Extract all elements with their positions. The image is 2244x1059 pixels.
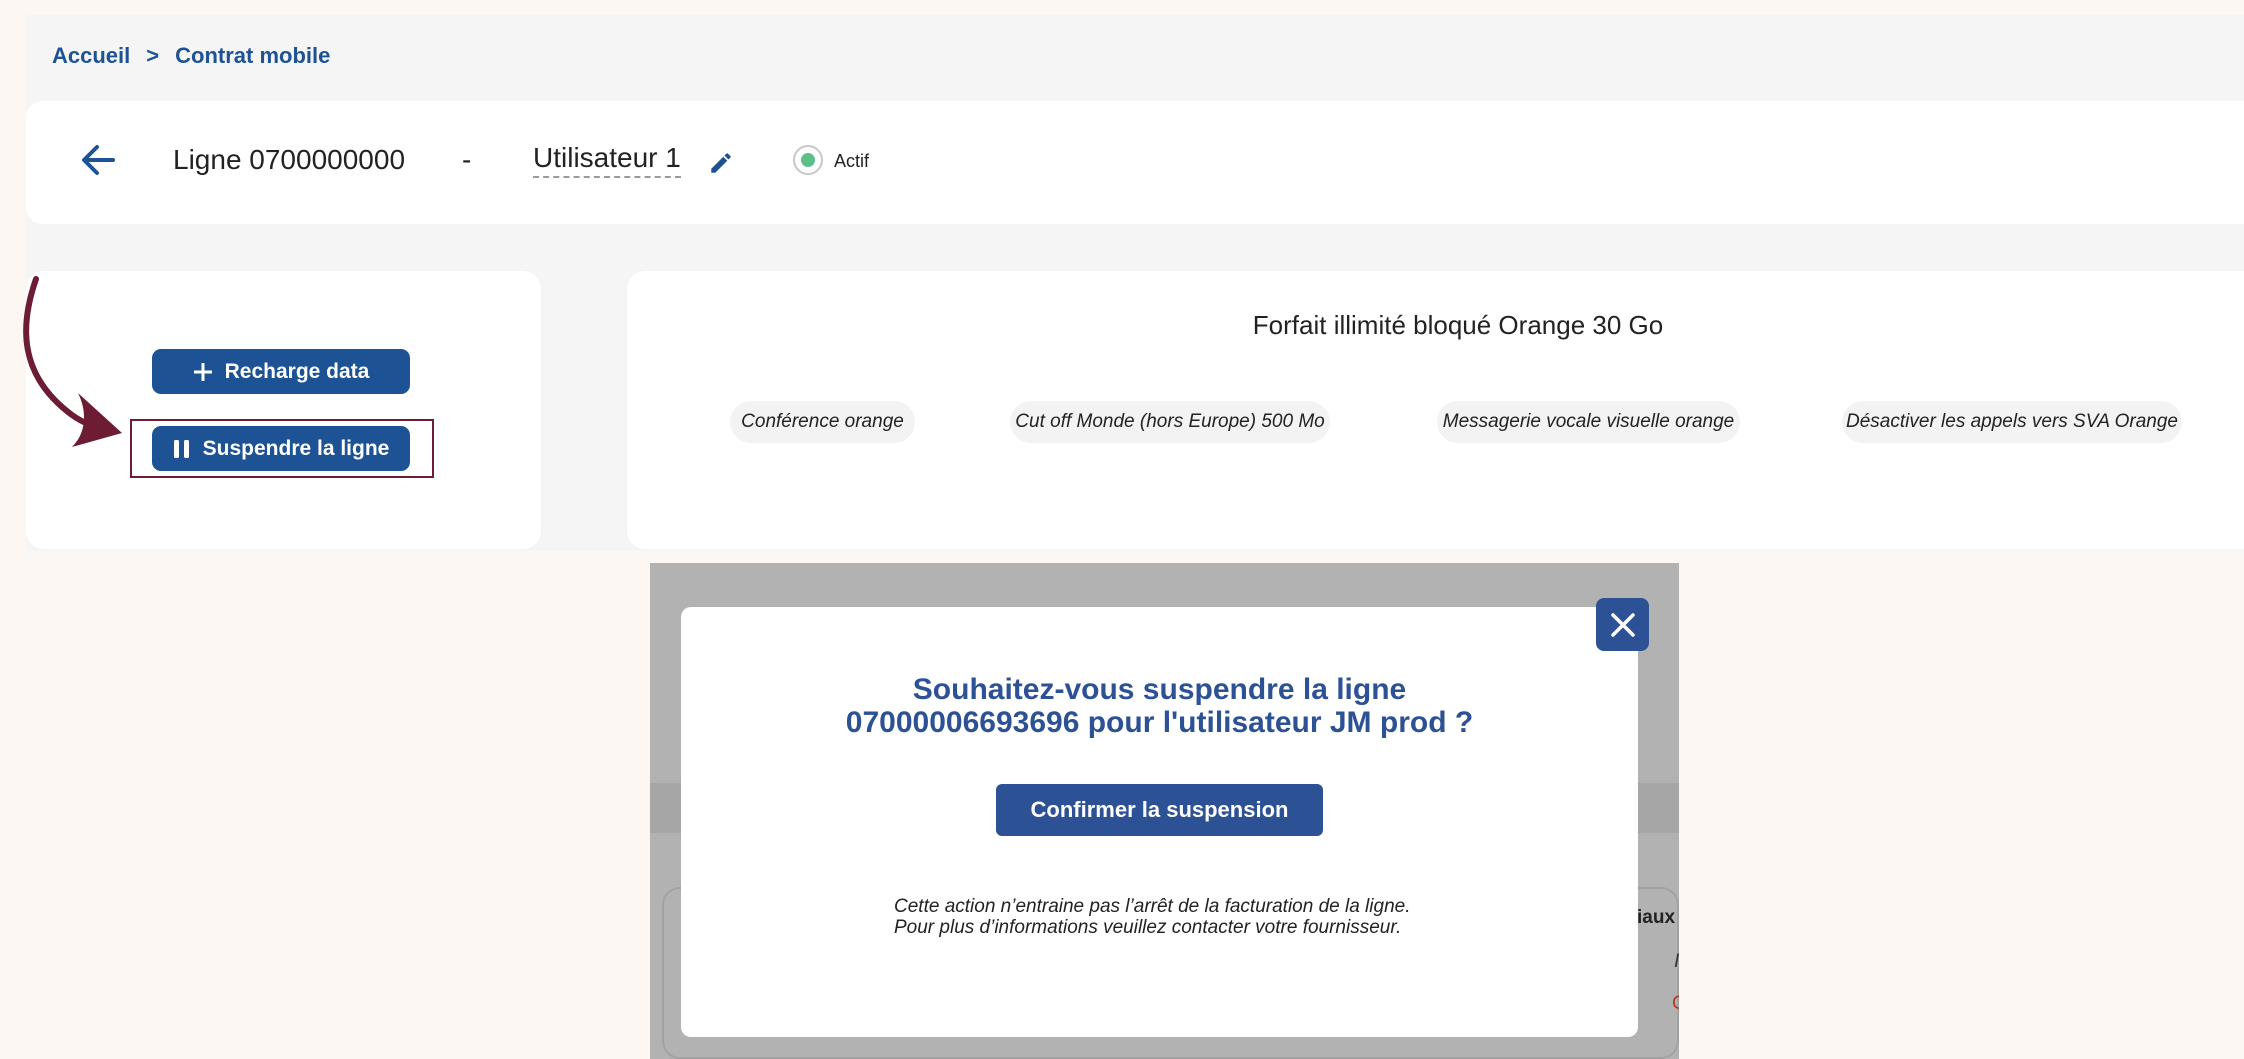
confirm-suspension-button[interactable]: Confirmer la suspension <box>996 784 1323 836</box>
recharge-data-button[interactable]: Recharge data <box>152 349 410 394</box>
plan-option-chip: Désactiver les appels vers SVA Orange <box>1842 401 2182 443</box>
background-text-fragment: iaux <box>1637 907 1676 928</box>
title-separator: - <box>462 144 472 175</box>
plan-option-chip: Messagerie vocale visuelle orange <box>1437 401 1740 443</box>
status-indicator-icon <box>793 145 823 175</box>
modal-title-line: 07000006693696 pour l'utilisateur JM pro… <box>845 706 1474 739</box>
modal-note-line: Cette action n’entraine pas l’arrêt de l… <box>894 896 1411 917</box>
plan-option-chip: Conférence orange <box>730 401 915 443</box>
breadcrumb-separator: > <box>146 43 160 68</box>
close-icon <box>1610 612 1635 637</box>
modal-note: Cette action n’entraine pas l’arrêt de l… <box>894 896 1410 938</box>
plan-option-chip: Cut off Monde (hors Europe) 500 Mo <box>1010 401 1330 443</box>
user-name-field[interactable]: Utilisateur 1 <box>533 142 681 178</box>
suspend-line-label: Suspendre la ligne <box>202 436 390 460</box>
breadcrumb-current: Contrat mobile <box>175 43 331 68</box>
breadcrumb: Accueil > Contrat mobile <box>52 42 330 70</box>
line-number-title: Ligne 0700000000 <box>173 144 406 175</box>
pencil-icon[interactable] <box>708 150 734 176</box>
status-badge: Actif <box>834 151 870 171</box>
plus-icon <box>193 362 212 381</box>
modal-note-line: Pour plus d’informations veuillez contac… <box>894 917 1402 938</box>
background-text-fragment: I <box>1674 951 1679 972</box>
close-modal-button[interactable] <box>1596 598 1649 651</box>
pause-icon <box>173 439 189 458</box>
modal-title: Souhaitez-vous suspendre la ligne 070000… <box>681 673 1638 739</box>
plan-title: Forfait illimité bloqué Orange 30 Go <box>1252 310 1664 340</box>
curved-arrow-annotation-icon <box>23 276 122 447</box>
suspend-line-button[interactable]: Suspendre la ligne <box>152 426 410 471</box>
breadcrumb-home-link[interactable]: Accueil <box>52 43 130 69</box>
background-text-fragment: C <box>1672 993 1679 1014</box>
back-arrow-icon[interactable] <box>80 143 116 177</box>
modal-title-line: Souhaitez-vous suspendre la ligne <box>912 673 1407 706</box>
recharge-data-label: Recharge data <box>224 359 370 383</box>
